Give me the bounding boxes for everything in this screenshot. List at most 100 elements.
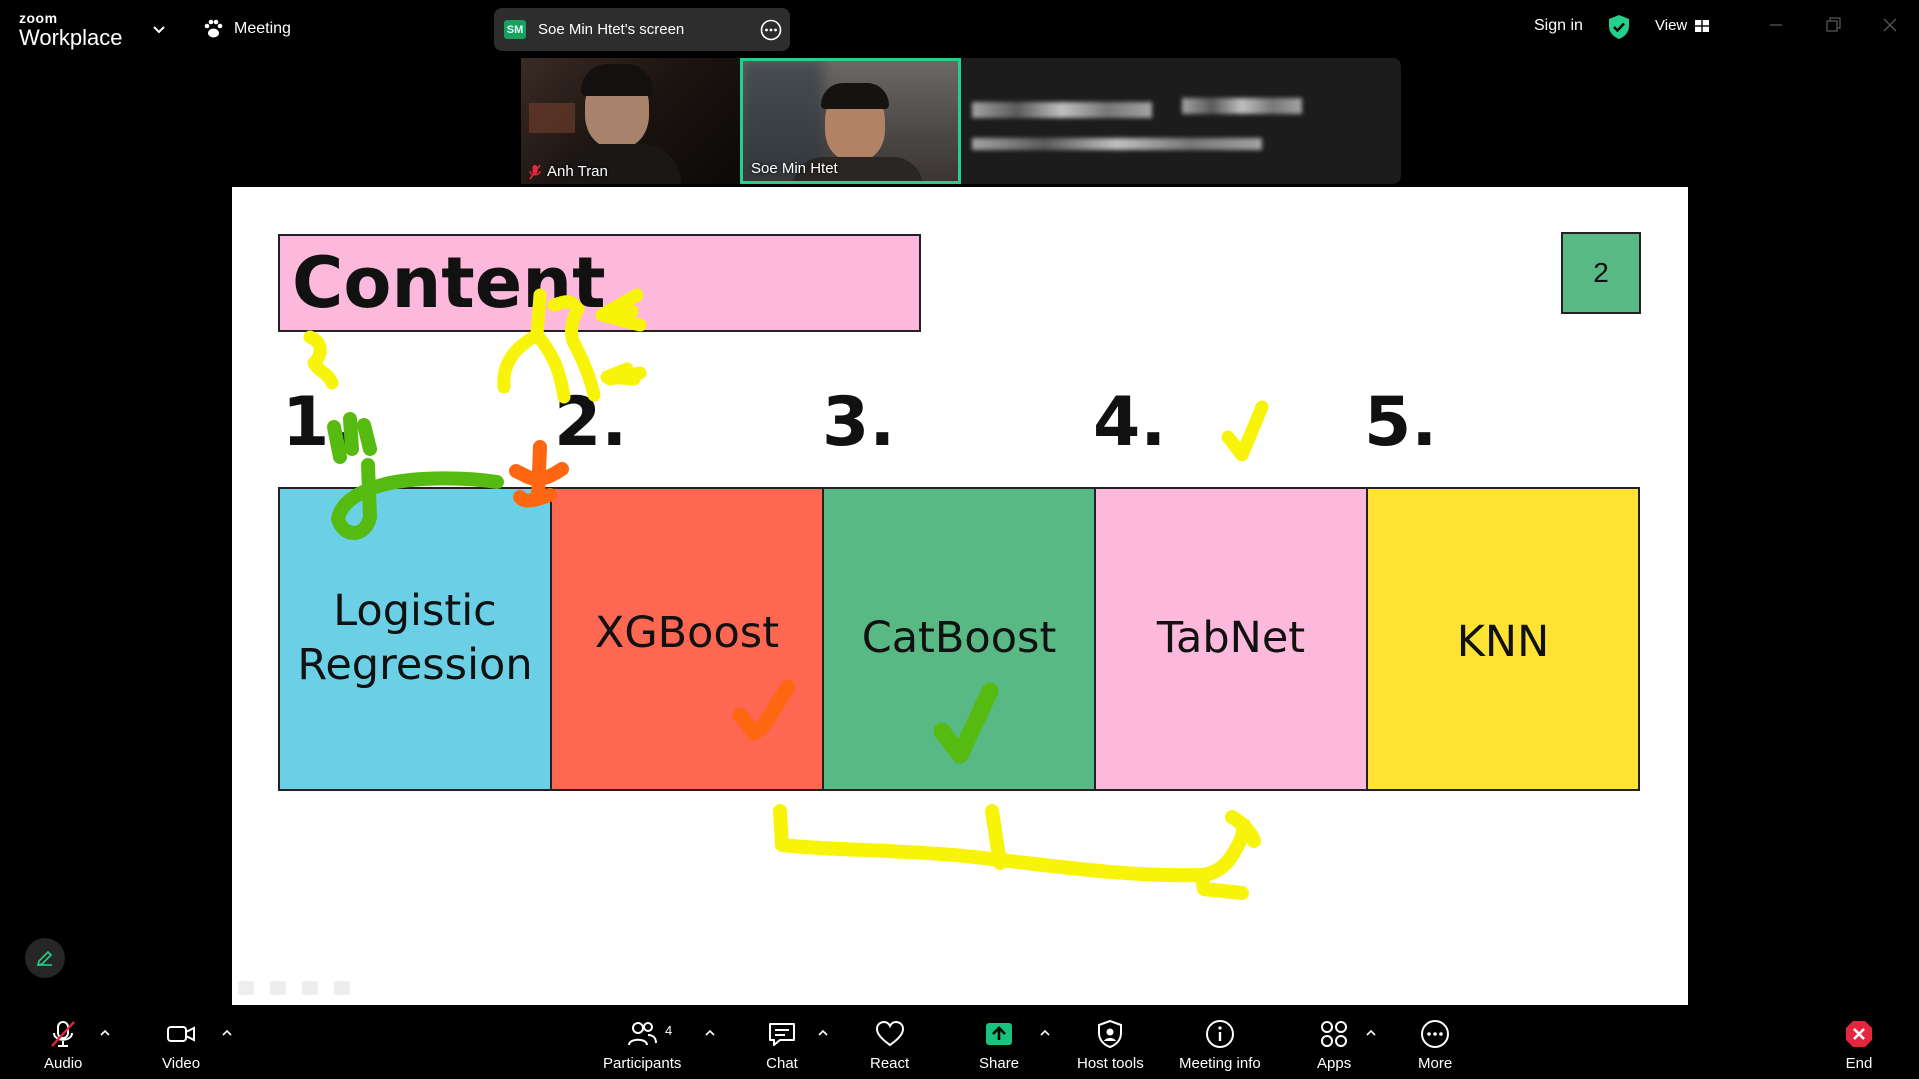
yellow-bracket	[773, 804, 1261, 900]
minimize-icon[interactable]	[1766, 15, 1786, 35]
slides-icon[interactable]	[302, 981, 318, 995]
annotate-button[interactable]	[25, 938, 65, 978]
shared-slide: Content 2 1. 2. 3. 4. 5. Logistic Regres…	[232, 187, 1688, 1005]
item-label: KNN	[1456, 617, 1550, 668]
back-icon[interactable]	[238, 981, 254, 995]
view-label: View	[1655, 17, 1688, 34]
forward-icon[interactable]	[334, 981, 350, 995]
video-options-caret-icon[interactable]	[220, 1026, 234, 1040]
blurred-name	[1182, 98, 1302, 114]
host-shield-icon	[1098, 1019, 1123, 1049]
chat-options-caret-icon[interactable]	[816, 1026, 830, 1040]
chat-label: Chat	[766, 1055, 798, 1072]
video-tile-anh-tran[interactable]: Anh Tran	[521, 58, 740, 184]
slide-page-number: 2	[1561, 232, 1641, 314]
more-label: More	[1418, 1055, 1453, 1072]
shared-screen-indicator[interactable]: SM Soe Min Htet's screen	[494, 8, 790, 51]
item-number-1: 1.	[282, 383, 356, 462]
pencil-icon	[36, 950, 53, 967]
audio-button[interactable]: Audio	[44, 1018, 82, 1072]
slide-title: Content	[292, 242, 606, 324]
apps-options-caret-icon[interactable]	[1364, 1026, 1378, 1040]
yellow-check	[1221, 400, 1269, 462]
meeting-info-label: Meeting info	[1179, 1055, 1261, 1072]
grid-icon	[1695, 19, 1710, 32]
audio-label: Audio	[44, 1055, 83, 1072]
muted-mic-icon	[51, 1021, 76, 1047]
background-poster	[529, 103, 575, 133]
apps-label: Apps	[1317, 1055, 1352, 1072]
view-menu-button[interactable]: View	[1655, 17, 1710, 34]
end-label: End	[1845, 1055, 1873, 1072]
tile-name: Soe Min Htet	[751, 160, 838, 177]
blurred-name	[972, 138, 1262, 150]
item-label: TabNet	[1156, 613, 1306, 664]
participants-label: Participants	[603, 1055, 682, 1072]
yellow-scribble	[303, 330, 339, 390]
participants-count: 4	[665, 1023, 673, 1038]
close-icon[interactable]	[1880, 15, 1900, 35]
brand-bottom: Workplace	[19, 25, 123, 50]
share-button[interactable]: Share	[979, 1018, 1019, 1072]
more-options-icon[interactable]	[760, 19, 782, 41]
item-number-2: 2.	[554, 383, 628, 462]
item-label: Logistic Regression	[297, 586, 533, 690]
item-card-3: CatBoost	[822, 487, 1096, 791]
video-button[interactable]: Video	[162, 1018, 200, 1072]
host-tools-button[interactable]: Host tools	[1077, 1018, 1144, 1072]
participants-options-caret-icon[interactable]	[703, 1026, 717, 1040]
chat-button[interactable]: Chat	[766, 1018, 798, 1072]
top-bar: zoom Workplace Meeting SM Soe Min Htet's…	[0, 0, 1919, 58]
participant-thumbnails: Anh Tran Soe Min Htet	[521, 58, 1401, 186]
chevron-down-icon[interactable]	[150, 20, 168, 38]
item-card-1: Logistic Regression	[278, 487, 552, 791]
react-button[interactable]: React	[870, 1018, 909, 1072]
item-label: CatBoost	[861, 613, 1057, 664]
meeting-menu-button[interactable]: Meeting	[202, 16, 291, 42]
meeting-info-button[interactable]: Meeting info	[1179, 1018, 1261, 1072]
item-number-4: 4.	[1093, 383, 1167, 462]
participants-icon	[628, 1022, 658, 1046]
item-card-5: KNN	[1366, 487, 1640, 791]
react-label: React	[870, 1055, 910, 1072]
muted-mic-icon	[529, 164, 541, 179]
blurred-participants-area	[961, 58, 1401, 184]
tile-name: Anh Tran	[529, 163, 608, 180]
more-dots-icon	[1421, 1020, 1450, 1048]
item-label: XGBoost	[594, 608, 780, 659]
item-number-3: 3.	[822, 383, 896, 462]
hair	[581, 64, 653, 96]
paw-icon	[204, 19, 223, 38]
video-label: Video	[162, 1055, 201, 1072]
share-label: Share	[979, 1055, 1020, 1072]
item-card-4: TabNet	[1094, 487, 1368, 791]
slide-navigation-controls[interactable]	[238, 981, 350, 995]
apps-icon	[1321, 1021, 1348, 1047]
heart-icon	[875, 1020, 904, 1047]
chat-bubble-icon	[769, 1023, 795, 1046]
meeting-label: Meeting	[234, 20, 291, 37]
sign-in-link[interactable]: Sign in	[1534, 17, 1583, 35]
sharer-avatar: SM	[504, 20, 526, 39]
app-logo[interactable]: zoom Workplace	[19, 11, 123, 49]
item-number-5: 5.	[1364, 383, 1438, 462]
restore-icon[interactable]	[1823, 15, 1843, 35]
host-tools-label: Host tools	[1077, 1055, 1144, 1072]
blurred-name	[972, 102, 1152, 118]
video-tile-soe-min-htet[interactable]: Soe Min Htet	[740, 58, 961, 184]
audio-options-caret-icon[interactable]	[98, 1026, 112, 1040]
encryption-shield-icon[interactable]	[1607, 14, 1631, 40]
meeting-toolbar: Audio Video Participants 4 Chat React Sh…	[0, 1006, 1919, 1079]
video-camera-icon	[167, 1026, 196, 1042]
apps-button[interactable]: Apps	[1317, 1018, 1351, 1072]
item-card-2: XGBoost	[550, 487, 824, 791]
brand-top: zoom	[19, 10, 58, 26]
info-icon	[1205, 1020, 1234, 1048]
slide-title-box: Content	[278, 234, 921, 332]
share-options-caret-icon[interactable]	[1038, 1026, 1052, 1040]
end-meeting-button[interactable]: End	[1843, 1018, 1875, 1072]
more-button[interactable]: More	[1418, 1018, 1452, 1072]
pen-icon[interactable]	[270, 981, 286, 995]
shared-screen-title: Soe Min Htet's screen	[538, 21, 685, 38]
hair	[821, 83, 889, 109]
